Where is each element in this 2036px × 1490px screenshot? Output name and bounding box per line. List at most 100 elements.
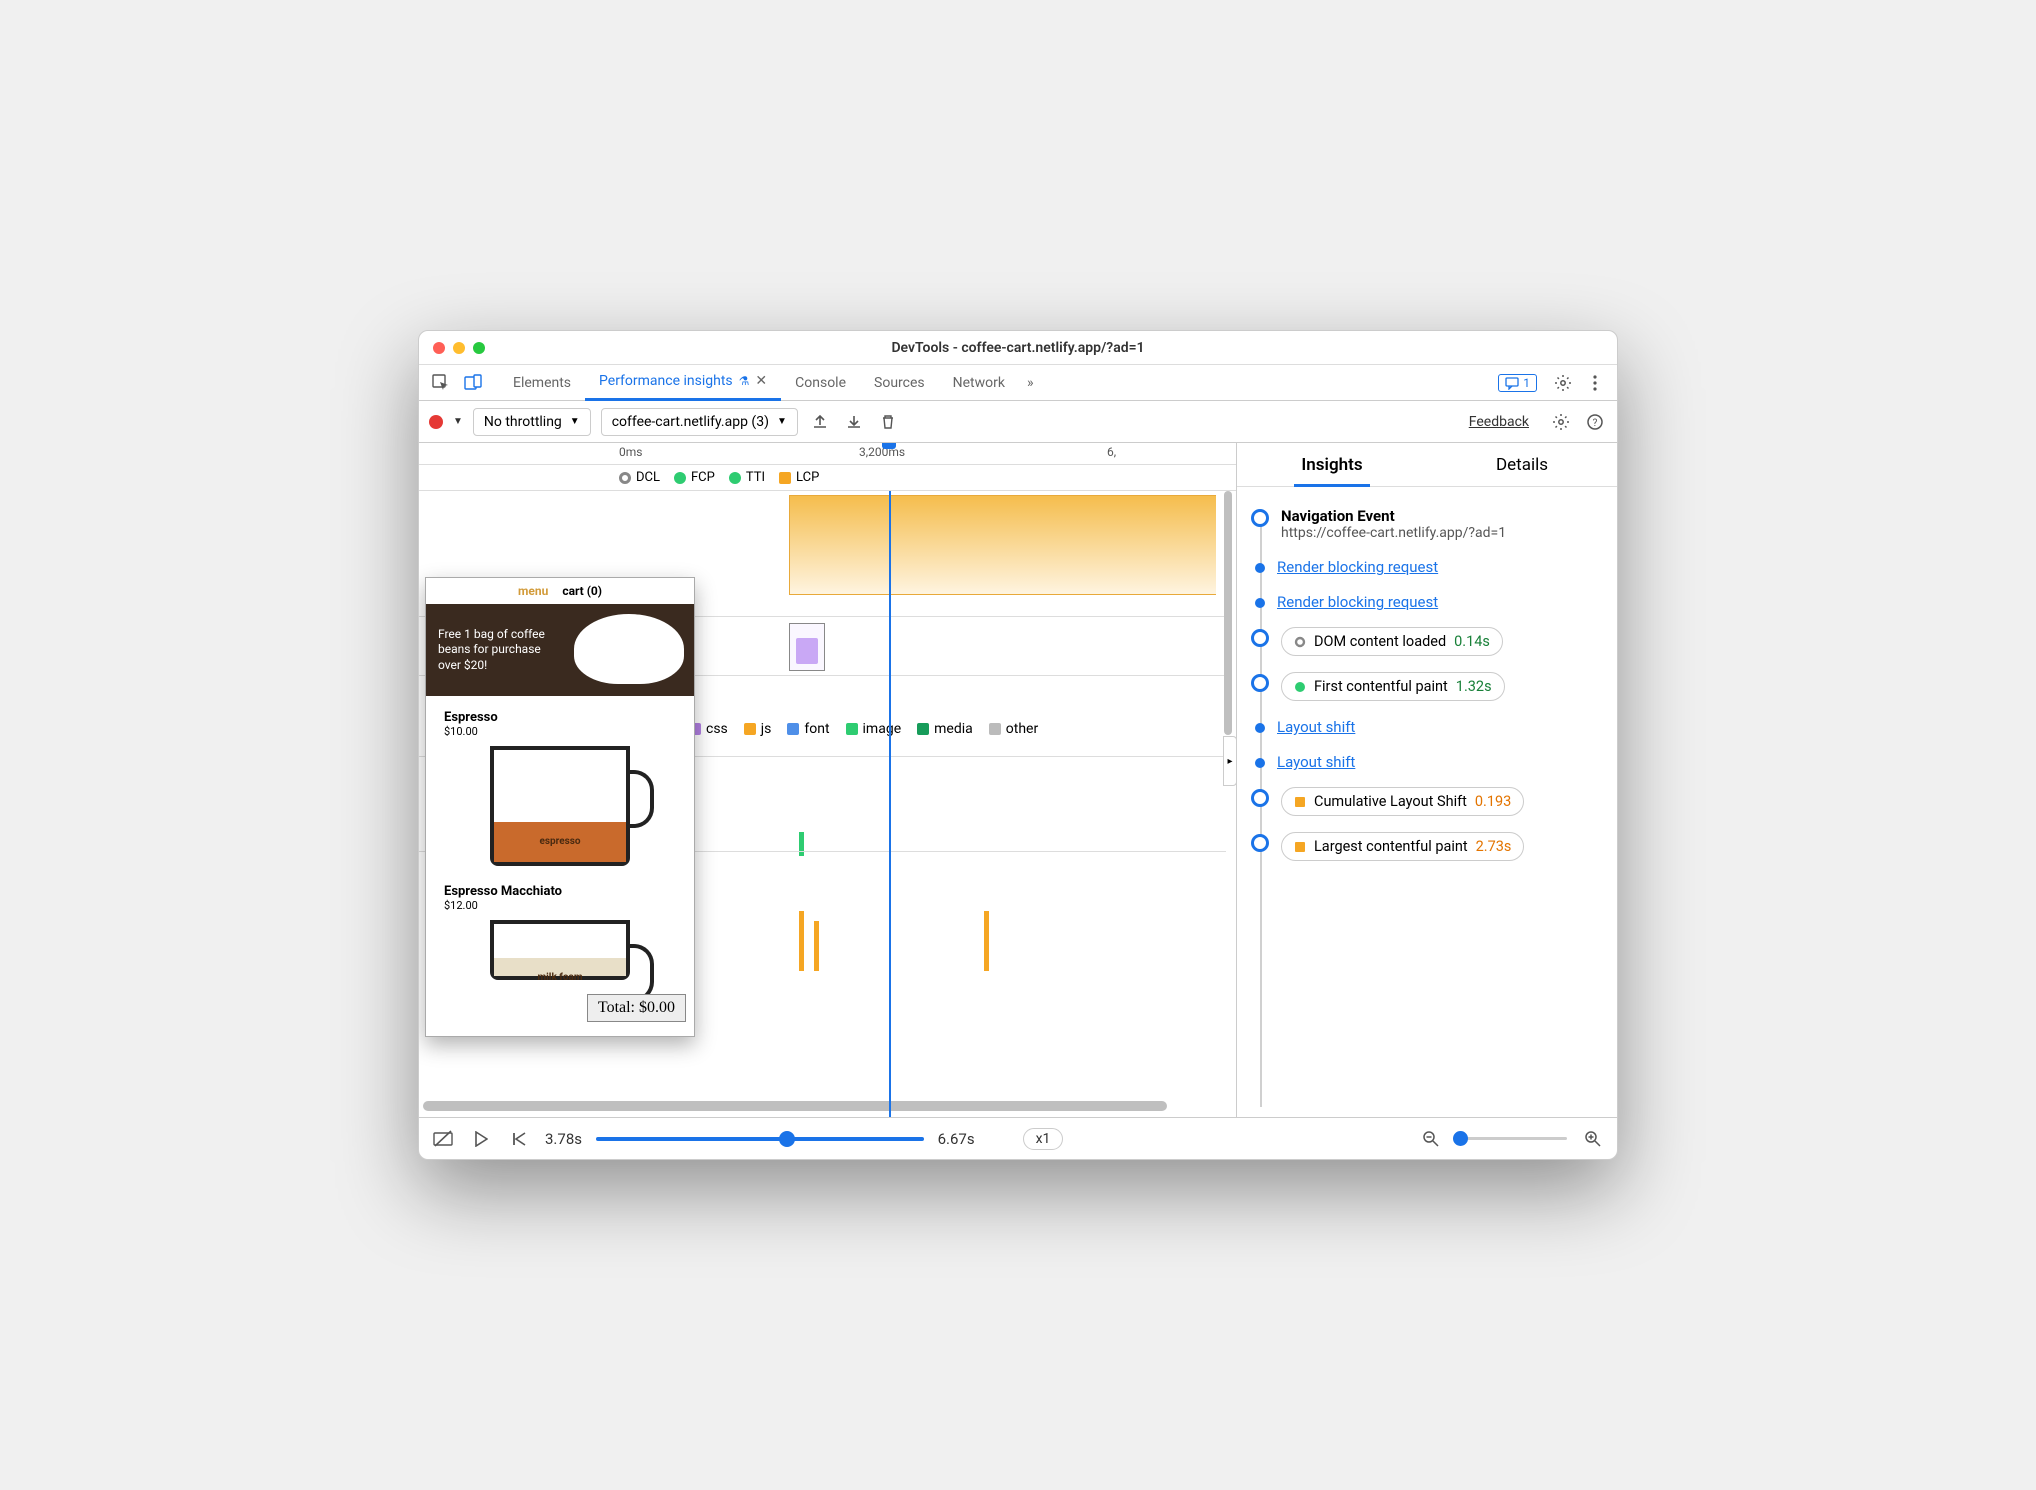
lcp-chip[interactable]: Largest contentful paint 2.73s: [1281, 832, 1524, 861]
event-dot-icon: [1255, 723, 1265, 733]
marker-lcp: LCP: [779, 470, 819, 485]
time-ruler[interactable]: 0ms 3,200ms 6,: [419, 443, 1236, 465]
perf-toolbar: ▼ No throttling ▼ coffee-cart.netlify.ap…: [419, 401, 1617, 443]
other-swatch-icon: [989, 723, 1001, 735]
speed-pill[interactable]: x1: [1023, 1128, 1064, 1150]
preview-product-price: $10.00: [444, 725, 676, 738]
playhead-handle[interactable]: [882, 443, 896, 449]
pane-collapse-icon[interactable]: ▸: [1223, 736, 1236, 786]
delete-icon[interactable]: [876, 410, 900, 434]
device-toolbar-icon[interactable]: [459, 369, 487, 397]
lcp-icon: [779, 472, 791, 484]
event-dot-icon: [1255, 563, 1265, 573]
minimize-window-button[interactable]: [453, 342, 465, 354]
no-screenshot-icon[interactable]: [431, 1127, 455, 1151]
preview-banner: Free 1 bag of coffee beans for purchase …: [426, 604, 694, 696]
event-marker-icon: [1251, 509, 1269, 527]
help-icon[interactable]: ?: [1583, 410, 1607, 434]
fcp-icon: [674, 472, 686, 484]
dcl-icon: [619, 472, 631, 484]
vertical-scrollbar[interactable]: [1224, 491, 1234, 1101]
zoom-slider[interactable]: [1457, 1137, 1567, 1140]
insights-list: Navigation Event https://coffee-cart.net…: [1237, 487, 1617, 1117]
event-bar[interactable]: [814, 921, 819, 971]
cls-chip-icon: [1294, 796, 1306, 808]
event-dot-icon: [1255, 598, 1265, 608]
nav-event-title: Navigation Event: [1281, 507, 1603, 525]
preview-cart-link: cart (0): [562, 584, 602, 598]
event-marker-icon: [1251, 629, 1269, 647]
time-slider[interactable]: [596, 1137, 924, 1141]
record-options-caret[interactable]: ▼: [453, 416, 463, 427]
dcl-chip[interactable]: DOM content loaded 0.14s: [1281, 627, 1503, 656]
layout-shift-link[interactable]: Layout shift: [1277, 718, 1355, 736]
import-icon[interactable]: [842, 410, 866, 434]
settings-icon[interactable]: [1549, 369, 1577, 397]
preview-cup-image: [574, 614, 684, 684]
window-title: DevTools - coffee-cart.netlify.app/?ad=1: [891, 340, 1144, 356]
dcl-chip-icon: [1294, 636, 1306, 648]
fcp-chip[interactable]: First contentful paint 1.32s: [1281, 672, 1505, 701]
page-select[interactable]: coffee-cart.netlify.app (3) ▼: [601, 408, 798, 436]
filmstrip-thumb[interactable]: [789, 623, 825, 671]
feedback-link[interactable]: Feedback: [1469, 414, 1529, 430]
horizontal-scrollbar[interactable]: [423, 1101, 1232, 1113]
tab-insights[interactable]: Insights: [1237, 443, 1427, 486]
tab-details[interactable]: Details: [1427, 443, 1617, 486]
experiment-icon: ⚗: [739, 374, 750, 388]
timing-markers-row: DCL FCP TTI LCP: [419, 465, 1236, 491]
preview-total: Total: $0.00: [587, 994, 686, 1022]
tab-network[interactable]: Network: [939, 365, 1019, 401]
inspect-element-icon[interactable]: [427, 369, 455, 397]
close-tab-icon[interactable]: ✕: [755, 373, 767, 389]
current-time: 3.78s: [545, 1130, 582, 1148]
playback-bar: 3.78s 6.67s x1: [419, 1117, 1617, 1159]
event-bar[interactable]: [984, 911, 989, 971]
end-time: 6.67s: [938, 1130, 975, 1148]
tab-sources[interactable]: Sources: [860, 365, 939, 401]
tti-icon: [729, 472, 741, 484]
zoom-slider-knob[interactable]: [1453, 1131, 1468, 1146]
kebab-menu-icon[interactable]: [1581, 369, 1609, 397]
timeline-body[interactable]: ▶ ▶ css js font image media other: [419, 491, 1236, 1117]
throttling-select[interactable]: No throttling ▼: [473, 408, 591, 436]
event-dot-icon: [1255, 758, 1265, 768]
panel-settings-icon[interactable]: [1549, 410, 1573, 434]
preview-menu-link: menu: [518, 584, 548, 598]
zoom-in-icon[interactable]: [1581, 1127, 1605, 1151]
more-tabs-icon[interactable]: »: [1019, 365, 1042, 401]
main-thread-block[interactable]: [789, 495, 1216, 595]
play-icon[interactable]: [469, 1127, 493, 1151]
messages-badge[interactable]: 1: [1498, 374, 1537, 392]
tab-elements[interactable]: Elements: [499, 365, 585, 401]
devtools-window: DevTools - coffee-cart.netlify.app/?ad=1…: [418, 330, 1618, 1160]
titlebar: DevTools - coffee-cart.netlify.app/?ad=1: [419, 331, 1617, 365]
render-blocking-link[interactable]: Render blocking request: [1277, 593, 1438, 611]
close-window-button[interactable]: [433, 342, 445, 354]
lcp-chip-icon: [1294, 841, 1306, 853]
resource-legend: css js font image media other: [689, 721, 1038, 737]
layout-shift-link[interactable]: Layout shift: [1277, 753, 1355, 771]
zoom-window-button[interactable]: [473, 342, 485, 354]
tab-console[interactable]: Console: [781, 365, 860, 401]
record-button[interactable]: [429, 415, 443, 429]
cls-chip[interactable]: Cumulative Layout Shift 0.193: [1281, 787, 1524, 816]
insights-pane: Insights Details Navigation Event https:…: [1237, 443, 1617, 1117]
ruler-tick: 6,: [1107, 445, 1116, 459]
rewind-icon[interactable]: [507, 1127, 531, 1151]
event-bar[interactable]: [799, 911, 804, 971]
event-marker-icon: [1251, 789, 1269, 807]
preview-product-name: Espresso Macchiato: [444, 884, 676, 899]
event-marker-icon: [1251, 834, 1269, 852]
preview-mug-icon: milk foam: [490, 920, 630, 980]
export-icon[interactable]: [808, 410, 832, 434]
zoom-out-icon[interactable]: [1419, 1127, 1443, 1151]
marker-dcl: DCL: [619, 470, 660, 485]
window-controls: [433, 342, 485, 354]
image-swatch-icon: [846, 723, 858, 735]
render-blocking-link[interactable]: Render blocking request: [1277, 558, 1438, 576]
marker-fcp: FCP: [674, 470, 715, 485]
time-slider-knob[interactable]: [779, 1131, 795, 1147]
tab-performance-insights[interactable]: Performance insights ⚗ ✕: [585, 365, 781, 401]
playhead-line: [889, 491, 891, 1117]
